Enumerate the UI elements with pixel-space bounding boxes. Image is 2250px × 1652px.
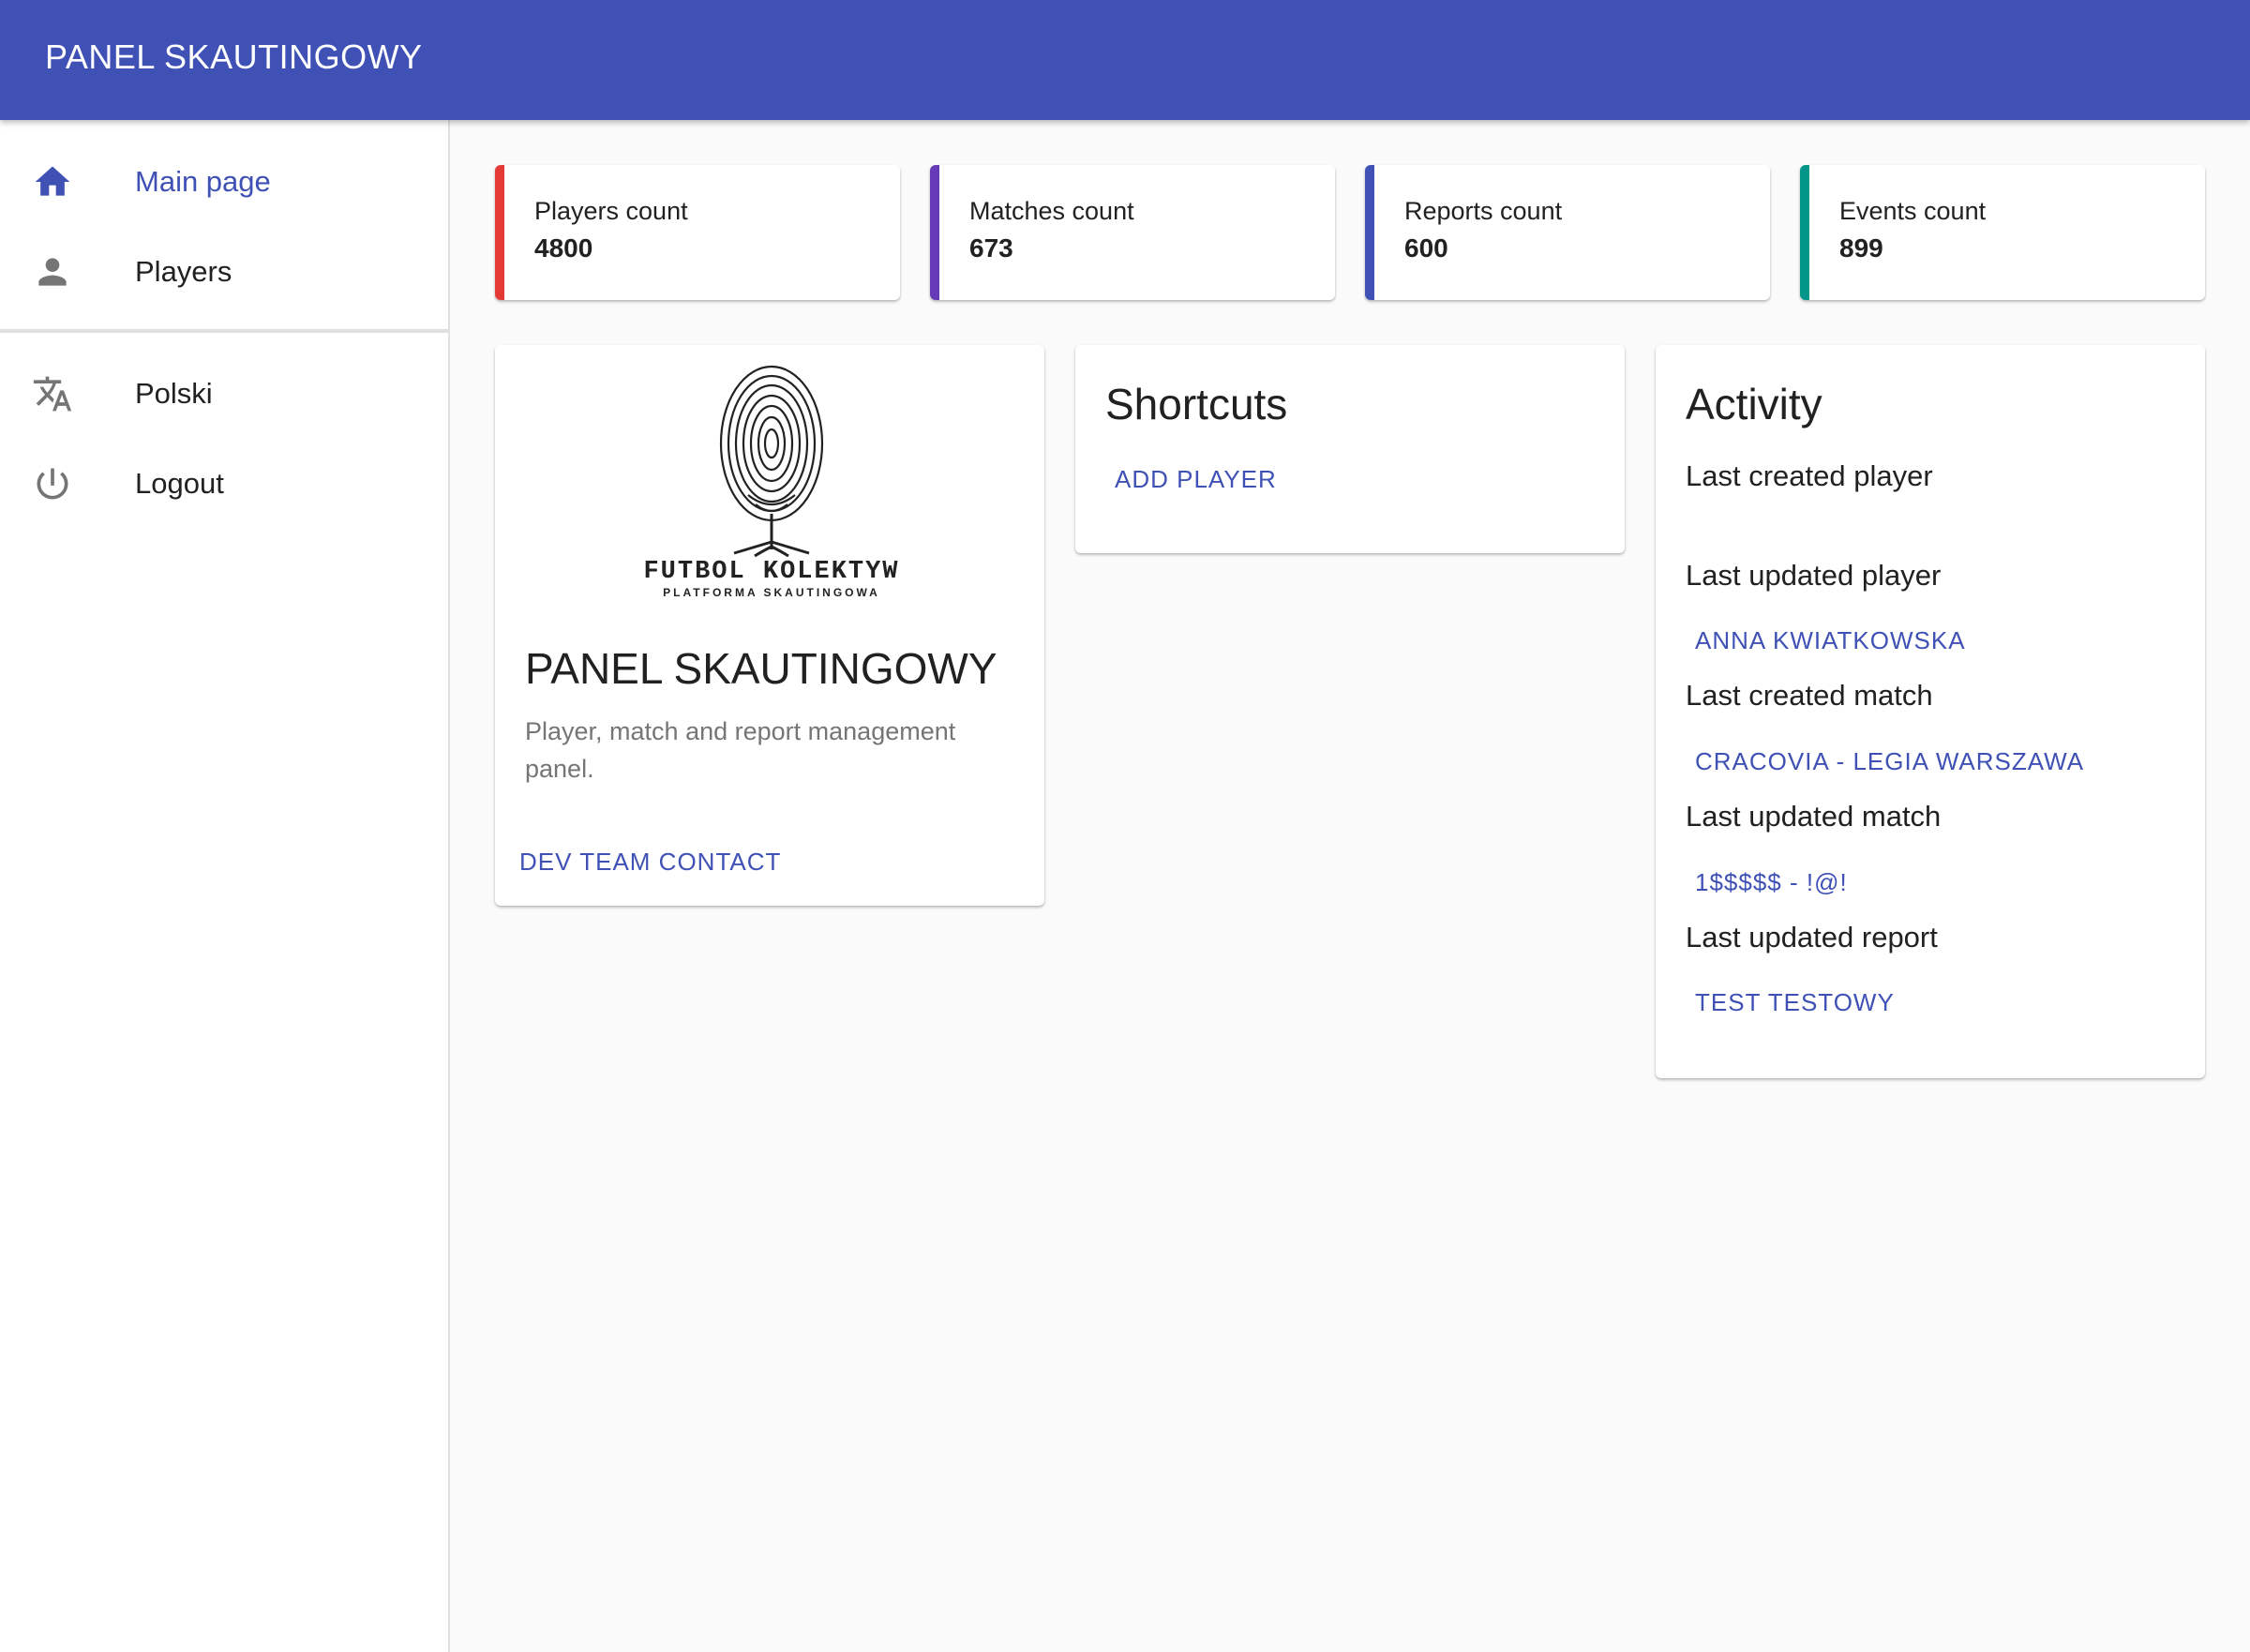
stat-value: 899: [1839, 233, 1883, 263]
add-player-button[interactable]: ADD PLAYER: [1115, 465, 1277, 494]
nav-item-main-page[interactable]: Main page: [0, 137, 448, 227]
stat-card-reports: Reports count 600: [1365, 165, 1770, 300]
power-icon: [30, 461, 75, 506]
last-updated-match-label: Last updated match: [1686, 800, 1942, 833]
nav-label-main-page: Main page: [135, 165, 271, 198]
app-title: PANEL SKAUTINGOWY: [45, 38, 423, 76]
nav-label-logout: Logout: [135, 467, 224, 500]
stat-card-players: Players count 4800: [495, 165, 900, 300]
stat-label: Players count: [534, 197, 688, 225]
stat-card-matches: Matches count 673: [930, 165, 1335, 300]
home-icon: [30, 159, 75, 204]
dev-team-contact-button[interactable]: DEV TEAM CONTACT: [519, 848, 781, 877]
about-card: FUTBOL KOLEKTYW PLATFORMA SKAUTINGOWA PA…: [495, 345, 1044, 906]
shortcuts-card: Shortcuts ADD PLAYER: [1075, 345, 1625, 553]
stat-label: Reports count: [1404, 197, 1563, 225]
nav-item-logout[interactable]: Logout: [0, 439, 448, 529]
stat-label: Matches count: [969, 197, 1134, 225]
stat-accent-bar: [1800, 165, 1809, 300]
last-updated-player-label: Last updated player: [1686, 559, 1942, 592]
stat-accent-bar: [930, 165, 939, 300]
activity-card: Activity Last created player Last update…: [1656, 345, 2205, 1078]
last-updated-report-label: Last updated report: [1686, 921, 1938, 954]
person-icon: [30, 249, 75, 294]
app-bar: PANEL SKAUTINGOWY: [0, 0, 2250, 120]
about-description: Player, match and report management pane…: [525, 717, 956, 783]
last-created-match-link[interactable]: CRACOVIA - LEGIA WARSZAWA: [1695, 747, 2084, 776]
last-created-player-label: Last created player: [1686, 459, 1933, 492]
translate-icon: [30, 371, 75, 416]
stat-label: Events count: [1839, 197, 1987, 225]
nav-label-players: Players: [135, 255, 232, 288]
stat-card-events: Events count 899: [1800, 165, 2205, 300]
nav-label-language: Polski: [135, 377, 213, 410]
stat-accent-bar: [495, 165, 504, 300]
shortcuts-title: Shortcuts: [1105, 380, 1288, 428]
navigation-drawer: Main page Players Polski Logout: [0, 120, 450, 1652]
logo-text-line1: FUTBOL KOLEKTYW: [643, 558, 899, 586]
last-updated-player-link[interactable]: ANNA KWIATKOWSKA: [1695, 626, 1966, 655]
about-title: PANEL SKAUTINGOWY: [525, 644, 998, 693]
last-created-match-label: Last created match: [1686, 679, 1933, 712]
nav-item-players[interactable]: Players: [0, 227, 448, 317]
nav-divider: [0, 329, 448, 333]
stat-value: 600: [1404, 233, 1448, 263]
stat-accent-bar: [1365, 165, 1374, 300]
stat-value: 4800: [534, 233, 593, 263]
stat-value: 673: [969, 233, 1013, 263]
last-updated-match-link[interactable]: 1$$$$$ - !@!: [1695, 868, 1848, 897]
nav-item-language[interactable]: Polski: [0, 349, 448, 439]
activity-title: Activity: [1686, 380, 1822, 428]
last-updated-report-link[interactable]: TEST TESTOWY: [1695, 988, 1895, 1017]
logo-text-line2: PLATFORMA SKAUTINGOWA: [663, 586, 880, 599]
futbol-kolektyw-logo: FUTBOL KOLEKTYW PLATFORMA SKAUTINGOWA: [643, 365, 899, 599]
